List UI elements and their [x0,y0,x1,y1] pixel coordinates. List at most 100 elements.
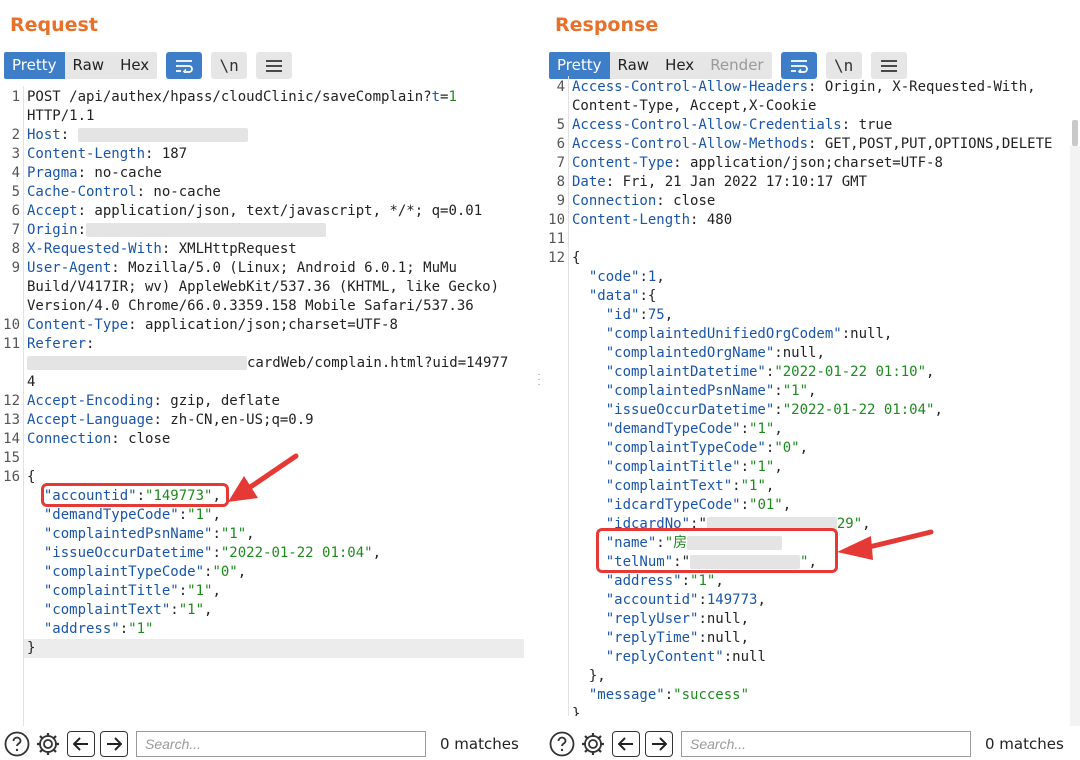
code-line: HTTP/1.1 [0,107,530,126]
code-line: 4 [0,373,530,392]
line-number: 7 [556,155,565,171]
code-line: "idcardTypeCode":"01", [545,496,1080,515]
line-number: 1 [11,89,20,105]
line-number: 8 [11,241,20,257]
tab-hex[interactable]: Hex [112,52,157,79]
line-content: X-Requested-With: XMLHttpRequest [27,241,297,257]
line-content: "complaintTypeCode":"0", [605,440,809,456]
code-line: "issueOccurDatetime":"2022-01-22 01:04", [545,401,1080,420]
line-number: 9 [11,260,20,276]
line-content: "address":"1" [43,621,154,637]
arrow-left-icon[interactable] [612,731,640,757]
request-toolbar: Pretty Raw Hex \n [4,52,293,79]
tab-raw[interactable]: Raw [65,52,113,79]
line-content: Host: [27,126,526,145]
request-editor[interactable]: 1 POST /api/authex/hpass/cloudClinic/save… [0,86,530,726]
line-content: Access-Control-Allow-Methods: GET,POST,P… [572,136,1053,152]
line-number: 6 [556,136,565,152]
line-content: 4 [27,374,36,390]
line-number: 10 [548,212,565,228]
response-editor[interactable]: 4 Access-Control-Allow-Headers: Origin, X… [545,76,1080,716]
line-content: cardWeb/complain.html?uid=14977 [27,354,526,373]
highlight-accountid-box [41,483,229,507]
line-content: "complaintTitle":"1", [43,583,221,599]
code-line: 5 Cache-Control: no-cache [0,183,530,202]
code-line: "demandTypeCode":"1", [0,506,530,525]
line-number: 4 [556,79,565,95]
tab-pretty[interactable]: Pretty [4,52,65,79]
code-line: "address":"1" [0,620,530,639]
code-line: }, [545,667,1080,686]
line-content: "issueOccurDatetime":"2022-01-22 01:04", [605,402,943,418]
line-content: "message":"success" [588,687,750,703]
line-number: 9 [556,193,565,209]
code-line: 8 X-Requested-With: XMLHttpRequest [0,240,530,259]
line-content: "address":"1", [605,573,724,589]
wrap-lines-icon[interactable] [166,52,203,79]
line-content: Content-Type: application/json;charset=U… [27,317,398,333]
line-number: 16 [3,469,20,485]
code-line: "complaintTitle":"1", [0,582,530,601]
tab-render[interactable]: Render [702,52,771,79]
hamburger-menu-icon[interactable] [256,52,293,79]
line-content: Accept: application/json, text/javascrip… [27,203,483,219]
line-content: Connection: close [572,193,716,209]
highlight-arrow-icon [837,529,934,560]
line-content: Accept-Language: zh-CN,en-US;q=0.9 [27,412,314,428]
request-pane: Request Pretty Raw Hex \n 1 POST /api/authe… [0,0,530,760]
tab-pretty[interactable]: Pretty [549,52,610,79]
code-line: "complaintText":"1", [0,601,530,620]
tab-raw[interactable]: Raw [610,52,658,79]
code-line: 5 Access-Control-Allow-Credentials: true [545,116,1080,135]
response-scrollbar-thumb[interactable] [1072,120,1078,146]
code-line: 11 Referer: [0,335,530,354]
code-line: "accountid":149773, [545,591,1080,610]
line-content: Build/V417IR; wv) AppleWebKit/537.36 (KH… [27,279,500,295]
line-content: Accept-Encoding: gzip, deflate [27,393,280,409]
code-line: 14 Connection: close [0,430,530,449]
code-line: "demandTypeCode":"1", [545,420,1080,439]
line-content: } [27,640,36,656]
code-line: "complaintText":"1", [545,477,1080,496]
code-line: "id":75, [545,306,1080,325]
redacted-value [77,128,248,142]
code-line: 6 Accept: application/json, text/javascri… [0,202,530,221]
code-line: Content-Type, Accept,X-Cookie [545,97,1080,116]
request-search-input[interactable] [136,731,426,757]
response-scrollbar[interactable] [1070,146,1080,726]
response-search-input[interactable] [681,731,971,757]
arrow-right-icon[interactable] [645,731,673,757]
arrow-right-icon[interactable] [100,731,128,757]
line-content: Content-Type: application/json;charset=U… [572,155,943,171]
hamburger-menu-icon[interactable] [870,52,907,79]
line-number: 10 [3,317,20,333]
line-content: "data":{ [588,288,657,304]
code-line: 9 User-Agent: Mozilla/5.0 (Linux; Android… [0,259,530,278]
code-line: 13 Accept-Language: zh-CN,en-US;q=0.9 [0,411,530,430]
code-line: "replyUser":null, [545,610,1080,629]
code-line: 10 Content-Length: 480 [545,211,1080,230]
newline-toggle-icon[interactable]: \n [211,52,248,79]
code-line: 12 Accept-Encoding: gzip, deflate [0,392,530,411]
code-line: "complaintedUnifiedOrgCodem":null, [545,325,1080,344]
line-content: Date: Fri, 21 Jan 2022 17:10:17 GMT [572,174,868,190]
code-line: 1 POST /api/authex/hpass/cloudClinic/save… [0,88,530,107]
line-content: "complaintTitle":"1", [605,459,783,475]
code-line: Version/4.0 Chrome/66.0.3359.158 Mobile … [0,297,530,316]
gear-icon[interactable] [34,730,62,758]
help-icon[interactable] [548,730,576,758]
wrap-lines-icon[interactable] [780,52,817,79]
line-number: 14 [3,431,20,447]
arrow-left-icon[interactable] [67,731,95,757]
line-content: "code":1, [588,269,665,285]
newline-toggle-icon[interactable]: \n [825,52,862,79]
code-line: 7 Content-Type: application/json;charset=… [545,154,1080,173]
line-content: "demandTypeCode":"1", [43,507,221,523]
tab-hex[interactable]: Hex [657,52,702,79]
pane-resize-handle[interactable]: · · · [536,370,542,390]
request-view-tabs: Pretty Raw Hex [4,52,158,79]
redacted-value [86,223,327,237]
gear-icon[interactable] [579,730,607,758]
line-content: "complaintText":"1", [43,602,213,618]
help-icon[interactable] [3,730,31,758]
